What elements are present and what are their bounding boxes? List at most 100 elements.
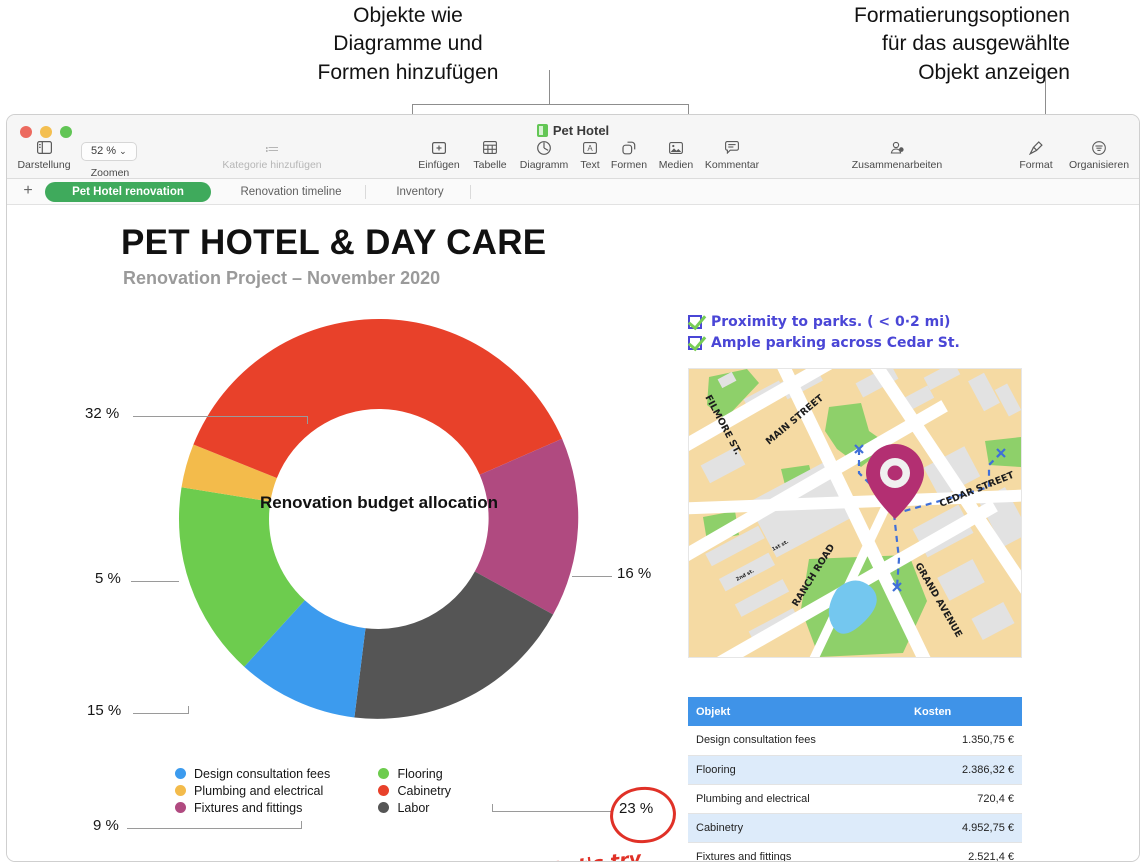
numbers-document-icon	[536, 124, 548, 137]
table-row[interactable]: Plumbing and electrical 720,4 €	[688, 784, 1022, 814]
budget-donut-chart[interactable]: Renovation budget allocation	[169, 309, 589, 729]
sheet-tab-pet-hotel-renovation[interactable]: Pet Hotel renovation	[45, 182, 211, 202]
cell-item[interactable]: Cabinetry	[688, 813, 906, 843]
toolbar-organize-button[interactable]: Organisieren	[1061, 141, 1137, 171]
checklist-item: Ample parking across Cedar St.	[688, 332, 960, 353]
sheet-tab-renovation-timeline[interactable]: Renovation timeline	[217, 182, 365, 202]
toolbar-format-button[interactable]: Format	[1009, 141, 1063, 171]
callout-left-stem	[549, 70, 550, 104]
toolbar-add-category-button[interactable]: ≔ Kategorie hinzufügen	[167, 141, 377, 171]
zoom-value: 52 %	[91, 145, 117, 157]
legend-item: Fixtures and fittings	[175, 799, 375, 816]
toolbar-media-label: Medien	[658, 159, 694, 171]
legend-column-1: Design consultation fees Plumbing and el…	[175, 765, 375, 816]
comment-icon	[696, 141, 768, 159]
legend-item: Plumbing and electrical	[175, 782, 375, 799]
cost-table-body: Design consultation fees 1.350,75 € Floo…	[688, 726, 1022, 861]
legend-label-plumbing: Plumbing and electrical	[194, 783, 324, 798]
sheet-canvas: PET HOTEL & DAY CARE Renovation Project …	[7, 205, 1139, 861]
toolbar-insert-button[interactable]: Einfügen	[409, 141, 469, 171]
legend-column-2: Flooring Cabinetry Labor	[378, 765, 451, 816]
app-toolbar: Pet Hotel Darstellung 52 % ⌄ Zoomen ≔ Ka…	[7, 115, 1139, 179]
callout-format-options: Formatierungsoptionen für das ausgewählt…	[854, 4, 1070, 84]
window-title-text: Pet Hotel	[552, 123, 610, 138]
cell-cost[interactable]: 2.521,4 €	[906, 842, 1022, 861]
donut-leader-15-tick	[188, 706, 189, 714]
table-row[interactable]: Cabinetry 4.952,75 €	[688, 813, 1022, 843]
legend-swatch-design	[175, 768, 186, 779]
sidebar-icon	[11, 141, 77, 159]
table-row[interactable]: Fixtures and fittings 2.521,4 €	[688, 842, 1022, 861]
chart-legend: Design consultation fees Plumbing and el…	[175, 765, 595, 816]
donut-label-9: 9 %	[93, 817, 119, 834]
checklist-label-1: Proximity to parks. ( < 0·2 mi)	[711, 313, 951, 330]
donut-leader-9-tick	[301, 821, 302, 829]
legend-label-labor: Labor	[397, 800, 430, 815]
callout-insert-objects: Objekte wie Diagramme und Formen hinzufü…	[317, 4, 499, 84]
donut-label-5: 5 %	[95, 570, 121, 587]
toolbar-collaborate-button[interactable]: Zusammenarbeiten	[832, 141, 962, 171]
location-map-image[interactable]: FILMORE ST. MAIN STREET CEDAR STREET GRA…	[688, 368, 1022, 658]
toolbar-media-button[interactable]: Medien	[650, 141, 702, 171]
toolbar-chart-button[interactable]: Diagramm	[510, 141, 578, 171]
legend-item: Design consultation fees	[175, 765, 375, 782]
toolbar-comment-button[interactable]: Kommentar	[696, 141, 768, 171]
cell-item[interactable]: Plumbing and electrical	[688, 784, 906, 814]
screenshot-root: Objekte wie Diagramme und Formen hinzufü…	[0, 0, 1146, 865]
table-header-row: Objekt Kosten	[688, 697, 1022, 726]
toolbar-shapes-button[interactable]: Formen	[603, 141, 655, 171]
legend-swatch-labor	[378, 802, 390, 813]
sheet-tab-inventory[interactable]: Inventory	[370, 182, 470, 202]
legend-label-design: Design consultation fees	[194, 766, 331, 781]
toolbar-view-button[interactable]: Darstellung	[11, 141, 77, 171]
donut-slice-cabinetry-wrap	[193, 319, 379, 478]
cost-table[interactable]: Objekt Kosten Design consultation fees 1…	[688, 697, 1022, 861]
table-row[interactable]: Flooring 2.386,32 €	[688, 755, 1022, 785]
column-header-kosten[interactable]: Kosten	[906, 697, 1022, 726]
donut-leader-9	[127, 828, 302, 829]
window-title: Pet Hotel	[7, 123, 1139, 138]
toolbar-shapes-label: Formen	[610, 159, 648, 171]
cell-cost[interactable]: 4.952,75 €	[906, 813, 1022, 843]
zoom-label: Zoomen	[90, 167, 130, 179]
checklist-item: Proximity to parks. ( < 0·2 mi)	[688, 311, 960, 332]
cell-item[interactable]: Fixtures and fittings	[688, 842, 906, 861]
media-icon	[650, 141, 702, 159]
toolbar-comment-label: Kommentar	[704, 159, 760, 171]
organize-icon	[1061, 141, 1137, 159]
cell-cost[interactable]: 720,4 €	[906, 784, 1022, 814]
table-row[interactable]: Design consultation fees 1.350,75 €	[688, 726, 1022, 756]
donut-label-15: 15 %	[87, 702, 122, 719]
chart-icon	[510, 141, 578, 159]
cell-item[interactable]: Design consultation fees	[688, 726, 906, 756]
format-brush-icon	[1009, 141, 1063, 159]
callout-left-bracket-tick-b	[688, 104, 689, 114]
sheet-tab-bar: + Pet Hotel renovation Renovation timeli…	[7, 179, 1139, 205]
chevron-down-icon: ⌄	[119, 146, 127, 156]
cell-item[interactable]: Flooring	[688, 755, 906, 785]
legend-label-cabinetry: Cabinetry	[397, 783, 451, 798]
insert-icon	[409, 141, 469, 159]
cell-cost[interactable]: 2.386,32 €	[906, 755, 1022, 785]
legend-swatch-fixtures	[175, 802, 186, 813]
svg-text:A: A	[587, 144, 593, 153]
donut-label-16: 16 %	[617, 565, 652, 582]
add-sheet-button[interactable]: +	[19, 182, 37, 200]
shapes-icon	[603, 141, 655, 159]
sheet-subheading: Renovation Project – November 2020	[123, 268, 441, 288]
numbers-app-window: Pet Hotel Darstellung 52 % ⌄ Zoomen ≔ Ka…	[6, 114, 1140, 862]
legend-label-fixtures: Fixtures and fittings	[194, 800, 303, 815]
donut-leader-32	[133, 416, 308, 417]
donut-leader-32-tick	[307, 416, 308, 424]
legend-item: Flooring	[378, 765, 451, 782]
donut-leader-15	[133, 713, 189, 714]
toolbar-format-label: Format	[1019, 159, 1053, 171]
donut-leader-16	[572, 576, 612, 577]
column-header-objekt[interactable]: Objekt	[688, 697, 906, 726]
tab-separator-2	[470, 185, 471, 199]
zoom-select[interactable]: 52 % ⌄	[81, 142, 137, 161]
donut-leader-5	[131, 581, 179, 582]
cost-table-head: Objekt Kosten	[688, 697, 1022, 726]
toolbar-insert-label: Einfügen	[418, 159, 460, 171]
cell-cost[interactable]: 1.350,75 €	[906, 726, 1022, 756]
